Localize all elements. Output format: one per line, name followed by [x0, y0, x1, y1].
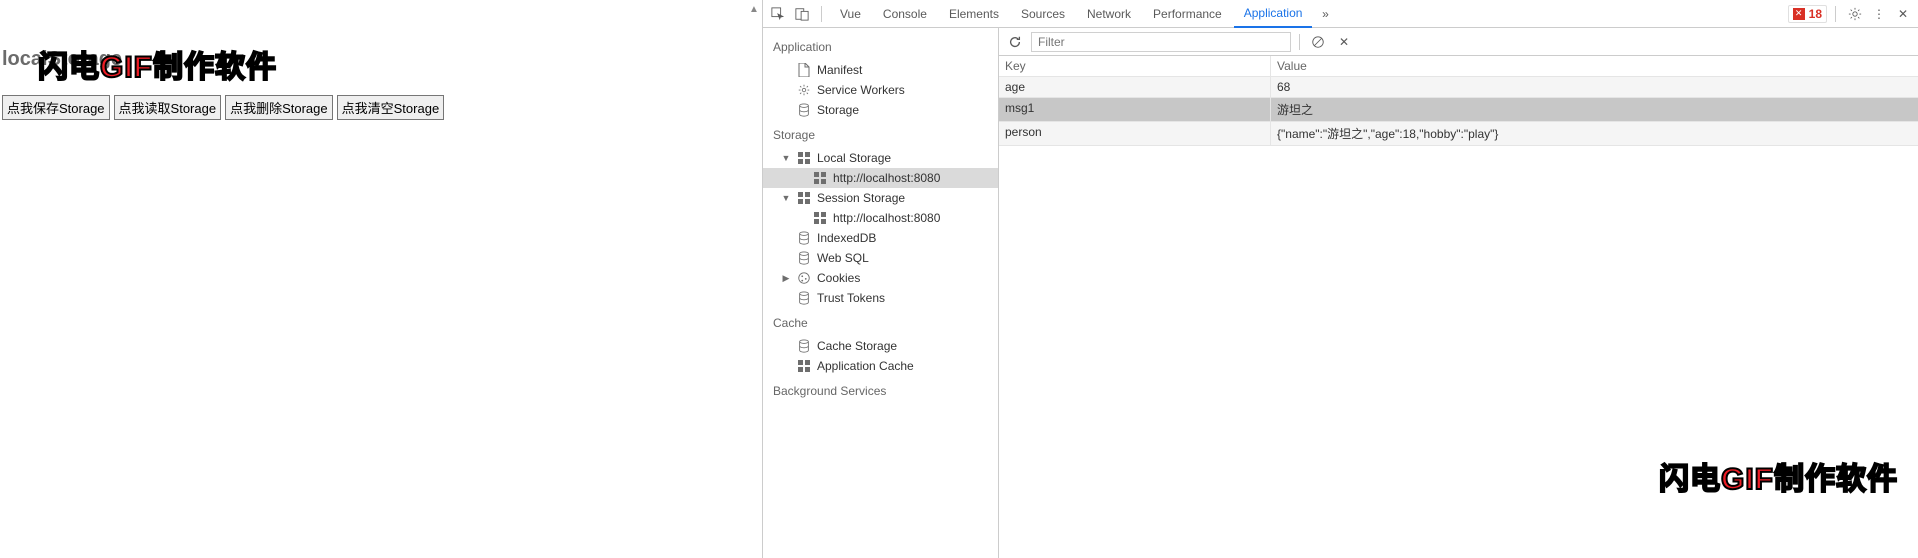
sidebar-item[interactable]: ▶ Cookies [763, 268, 998, 288]
close-devtools-icon[interactable]: ✕ [1892, 3, 1914, 25]
cell-key: msg1 [999, 98, 1271, 121]
db-icon [797, 251, 811, 265]
cell-value: 68 [1271, 77, 1918, 97]
sidebar-item[interactable]: ▼ Session Storage [763, 188, 998, 208]
cell-key: person [999, 122, 1271, 145]
error-badge[interactable]: ✕ 18 [1788, 5, 1827, 23]
table-header: Key Value [999, 56, 1918, 77]
db-icon [797, 291, 811, 305]
grid-icon [813, 171, 827, 185]
sidebar-item[interactable]: Web SQL [763, 248, 998, 268]
error-icon: ✕ [1793, 8, 1805, 20]
separator [1835, 6, 1836, 22]
tab-elements[interactable]: Elements [939, 1, 1009, 27]
sidebar-item[interactable]: Trust Tokens [763, 288, 998, 308]
sidebar-item[interactable]: Service Workers [763, 80, 998, 100]
sidebar-item-label: IndexedDB [817, 231, 876, 245]
settings-icon[interactable] [1844, 3, 1866, 25]
storage-toolbar: ✕ [999, 28, 1918, 56]
table-row[interactable]: person{"name":"游坦之","age":18,"hobby":"pl… [999, 122, 1918, 146]
sidebar-item-label: Trust Tokens [817, 291, 885, 305]
table-row[interactable]: msg1游坦之 [999, 98, 1918, 122]
separator [1299, 34, 1300, 50]
clear-storage-button[interactable]: 点我清空Storage [337, 95, 445, 120]
devtools: ▲ Vue Console Elements Sources Network P… [762, 0, 1918, 558]
db-icon [797, 103, 811, 117]
sidebar-item-label: Cookies [817, 271, 860, 285]
sidebar-group-title: Background Services [763, 376, 998, 404]
file-icon [797, 63, 811, 77]
sidebar-item[interactable]: Storage [763, 100, 998, 120]
refresh-icon[interactable] [1005, 32, 1025, 52]
tree-arrow-icon: ▼ [781, 193, 791, 203]
cell-value: 游坦之 [1271, 98, 1918, 121]
page-title: localStorage [0, 48, 762, 71]
grid-icon [797, 191, 811, 205]
separator [821, 6, 822, 22]
sidebar-item-label: Cache Storage [817, 339, 897, 353]
sidebar-item-label: Manifest [817, 63, 862, 77]
inspect-element-icon[interactable] [767, 3, 789, 25]
save-storage-button[interactable]: 点我保存Storage [2, 95, 110, 120]
sidebar-item[interactable]: ▼ Local Storage [763, 148, 998, 168]
cell-key: age [999, 77, 1271, 97]
sidebar-item[interactable]: http://localhost:8080 [763, 208, 998, 228]
sidebar-item[interactable]: Cache Storage [763, 336, 998, 356]
collapse-handle-icon[interactable]: ▲ [749, 4, 759, 15]
sidebar-item-label: Web SQL [817, 251, 869, 265]
sidebar-item[interactable]: Application Cache [763, 356, 998, 376]
sidebar-group-title: Storage [763, 120, 998, 148]
tab-performance[interactable]: Performance [1143, 1, 1232, 27]
db-icon [797, 339, 811, 353]
read-storage-button[interactable]: 点我读取Storage [114, 95, 222, 120]
db-icon [797, 231, 811, 245]
gear-icon [797, 83, 811, 97]
kebab-menu-icon[interactable]: ⋮ [1868, 3, 1890, 25]
tab-vue[interactable]: Vue [830, 1, 871, 27]
header-value[interactable]: Value [1271, 56, 1918, 76]
sidebar-group-title: Application [763, 32, 998, 60]
tab-sources[interactable]: Sources [1011, 1, 1075, 27]
button-row: 点我保存Storage 点我读取Storage 点我删除Storage 点我清空… [0, 95, 762, 120]
devtools-tabbar: Vue Console Elements Sources Network Per… [763, 0, 1918, 28]
sidebar-item[interactable]: IndexedDB [763, 228, 998, 248]
sidebar-item-label: Local Storage [817, 151, 891, 165]
sidebar-item-label: Service Workers [817, 83, 905, 97]
tab-console[interactable]: Console [873, 1, 937, 27]
table-row[interactable]: age68 [999, 77, 1918, 98]
device-toolbar-icon[interactable] [791, 3, 813, 25]
sidebar-item[interactable]: http://localhost:8080 [763, 168, 998, 188]
sidebar-group-title: Cache [763, 308, 998, 336]
cell-value: {"name":"游坦之","age":18,"hobby":"play"} [1271, 122, 1918, 145]
application-sidebar: Application Manifest Service Workers Storag… [763, 28, 999, 558]
sidebar-item-label: Storage [817, 103, 859, 117]
header-key[interactable]: Key [999, 56, 1271, 76]
grid-icon [797, 151, 811, 165]
cookie-icon [797, 271, 811, 285]
storage-table: Key Value age68msg1游坦之person{"name":"游坦之… [999, 56, 1918, 558]
grid-icon [797, 359, 811, 373]
sidebar-item-label: Application Cache [817, 359, 914, 373]
more-tabs-icon[interactable]: » [1314, 3, 1336, 25]
sidebar-item-label: Session Storage [817, 191, 905, 205]
filter-input[interactable] [1031, 32, 1291, 52]
tree-arrow-icon: ▼ [781, 153, 791, 163]
sidebar-item[interactable]: Manifest [763, 60, 998, 80]
tree-arrow-icon: ▶ [781, 273, 791, 284]
page-content: 闪电GIF制作软件 localStorage 点我保存Storage 点我读取S… [0, 0, 762, 558]
grid-icon [813, 211, 827, 225]
tab-network[interactable]: Network [1077, 1, 1141, 27]
tab-application[interactable]: Application [1234, 0, 1313, 28]
delete-storage-button[interactable]: 点我删除Storage [225, 95, 333, 120]
sidebar-item-label: http://localhost:8080 [833, 211, 940, 225]
storage-panel: ✕ Key Value age68msg1游坦之person{"name":"游… [999, 28, 1918, 558]
error-count: 18 [1809, 7, 1822, 21]
clear-all-icon[interactable] [1308, 32, 1328, 52]
delete-selected-icon[interactable]: ✕ [1334, 32, 1354, 52]
sidebar-item-label: http://localhost:8080 [833, 171, 940, 185]
